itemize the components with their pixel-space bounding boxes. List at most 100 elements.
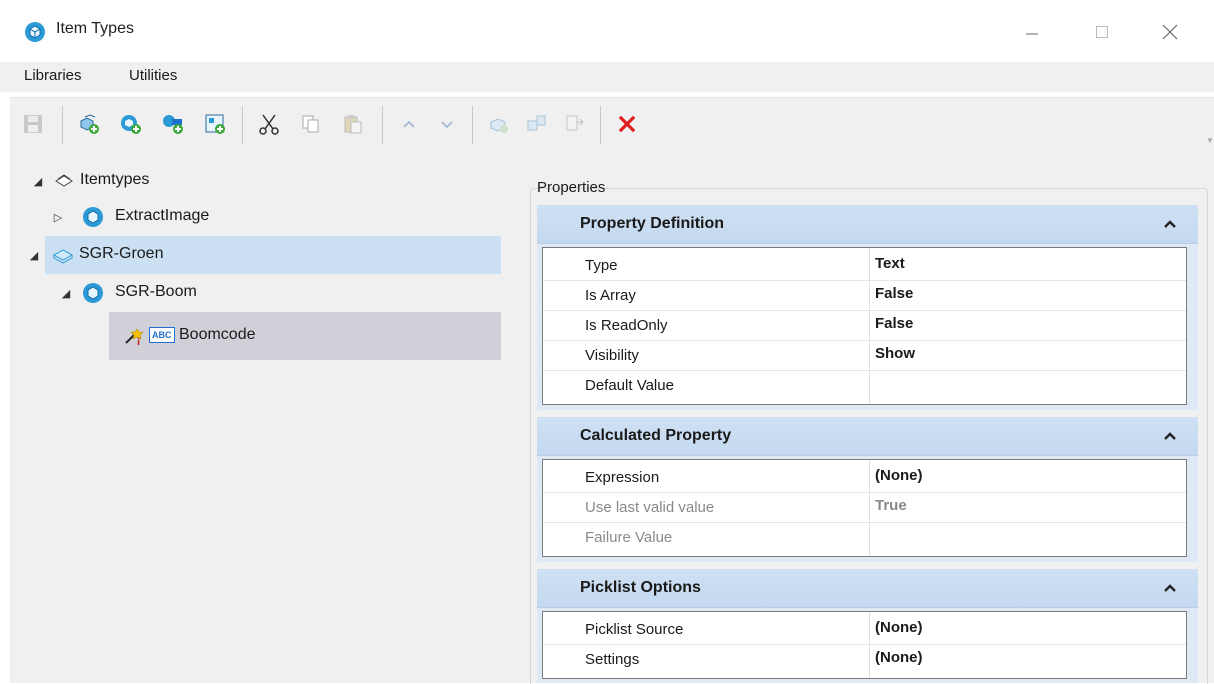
item-types-app-icon xyxy=(25,22,45,42)
property-value[interactable]: (None) xyxy=(875,649,923,666)
property-definition-header[interactable]: Property Definition xyxy=(537,205,1198,244)
property-row-failure-value: Failure Value xyxy=(543,522,1186,552)
move-down-icon xyxy=(441,121,453,129)
section-title: Picklist Options xyxy=(580,579,701,596)
text-type-badge: ABC xyxy=(149,327,175,343)
section-title: Property Definition xyxy=(580,215,725,232)
expanded-arrow-icon[interactable]: ◢ xyxy=(28,249,40,262)
property-name: Visibility xyxy=(585,347,639,364)
tree-label-sgr-groen: SGR-Groen xyxy=(79,245,164,262)
property-value[interactable]: False xyxy=(875,315,913,332)
tree-node-boomcode[interactable]: i ABC Boomcode xyxy=(109,312,501,360)
property-name: Expression xyxy=(585,469,660,486)
property-value[interactable]: Text xyxy=(875,255,905,272)
move-down-button[interactable] xyxy=(434,111,460,137)
save-icon xyxy=(24,115,42,133)
tree-node-sgr-boom[interactable]: ◢ SGR-Boom xyxy=(10,274,510,312)
tree-node-sgr-groen[interactable]: SGR-Groen xyxy=(45,236,501,274)
property-row-is-readonly[interactable]: Is ReadOnly False xyxy=(543,310,1186,341)
property-row-picklist-source[interactable]: Picklist Source (None) xyxy=(543,614,1186,645)
collapse-chevron-icon[interactable] xyxy=(1163,429,1177,443)
property-value[interactable]: Show xyxy=(875,345,915,362)
property-row-use-last-valid-value: Use last valid value True xyxy=(543,492,1186,523)
tree-label-extractimage: ExtractImage xyxy=(115,207,210,224)
add-property-icon xyxy=(163,115,183,134)
library-icon xyxy=(52,249,74,264)
calculated-property-grid: Expression (None) Use last valid value T… xyxy=(542,459,1187,557)
minimize-button[interactable] xyxy=(1012,14,1052,50)
property-name: Is Array xyxy=(585,287,636,304)
expanded-arrow-icon[interactable]: ◢ xyxy=(60,287,72,300)
import-button[interactable] xyxy=(202,111,228,137)
tree-node-extractimage[interactable]: ▷ ExtractImage xyxy=(10,198,510,236)
minimize-icon xyxy=(1026,33,1038,35)
delete-button[interactable] xyxy=(614,111,640,137)
collapsed-arrow-icon[interactable]: ▷ xyxy=(52,211,64,224)
item-type-icon xyxy=(83,207,103,227)
toolbar-overflow-icon[interactable]: ▼ xyxy=(1206,136,1214,145)
add-item-type-icon xyxy=(121,115,141,134)
property-row-settings[interactable]: Settings (None) xyxy=(543,644,1186,674)
close-icon xyxy=(1162,24,1178,40)
toolbar-separator xyxy=(242,106,243,144)
property-name: Failure Value xyxy=(585,529,673,546)
menu-bar: Libraries Utilities xyxy=(0,62,1214,92)
toolbar: ▼ xyxy=(10,97,1214,152)
close-button[interactable] xyxy=(1150,14,1190,50)
property-value[interactable]: False xyxy=(875,285,913,302)
property-name: Is ReadOnly xyxy=(585,317,668,334)
cut-button[interactable] xyxy=(256,111,282,137)
property-value: True xyxy=(875,497,907,514)
property-name: Picklist Source xyxy=(585,621,684,638)
attach-icon xyxy=(490,118,508,133)
picklist-options-grid: Picklist Source (None) Settings (None) xyxy=(542,611,1187,679)
tree-node-itemtypes[interactable]: ◢ Itemtypes xyxy=(10,162,510,200)
property-value[interactable]: (None) xyxy=(875,619,923,636)
edit-button[interactable] xyxy=(562,111,588,137)
property-row-expression[interactable]: Expression (None) xyxy=(543,462,1186,493)
menu-libraries[interactable]: Libraries xyxy=(24,67,82,84)
attach-button[interactable] xyxy=(486,111,512,137)
property-row-visibility[interactable]: Visibility Show xyxy=(543,340,1186,371)
picklist-options-header[interactable]: Picklist Options xyxy=(537,569,1198,608)
property-name: Type xyxy=(585,257,618,274)
title-bar: Item Types xyxy=(0,0,1214,62)
add-property-button[interactable] xyxy=(160,111,186,137)
maximize-button[interactable] xyxy=(1082,14,1122,50)
window-title: Item Types xyxy=(56,20,134,37)
collapse-chevron-icon[interactable] xyxy=(1163,581,1177,595)
property-name: Default Value xyxy=(585,377,674,394)
property-name: Settings xyxy=(585,651,640,668)
toolbar-separator xyxy=(382,106,383,144)
menu-utilities[interactable]: Utilities xyxy=(129,67,177,84)
collapse-chevron-icon[interactable] xyxy=(1163,217,1177,231)
detach-button[interactable] xyxy=(524,111,550,137)
toolbar-separator xyxy=(600,106,601,144)
add-item-type-button[interactable] xyxy=(118,111,144,137)
properties-label: Properties xyxy=(537,179,606,196)
section-title: Calculated Property xyxy=(580,427,732,444)
move-up-button[interactable] xyxy=(396,111,422,137)
toolbar-separator xyxy=(62,106,63,144)
property-definition-grid: Type Text Is Array False Is ReadOnly Fal… xyxy=(542,247,1187,405)
add-library-icon xyxy=(80,114,99,134)
property-value[interactable]: (None) xyxy=(875,467,923,484)
tree-label-itemtypes: Itemtypes xyxy=(80,171,150,188)
maximize-icon xyxy=(1096,26,1108,38)
add-library-button[interactable] xyxy=(76,111,102,137)
paste-button[interactable] xyxy=(340,111,366,137)
calculated-property-header[interactable]: Calculated Property xyxy=(537,417,1198,456)
property-row-is-array[interactable]: Is Array False xyxy=(543,280,1186,311)
cut-icon xyxy=(259,114,279,135)
item-types-root-icon xyxy=(55,174,73,187)
copy-button[interactable] xyxy=(298,111,324,137)
property-row-type[interactable]: Type Text xyxy=(543,250,1186,281)
copy-icon xyxy=(302,115,319,133)
detach-icon xyxy=(527,115,546,131)
save-button[interactable] xyxy=(20,111,46,137)
property-name: Use last valid value xyxy=(585,499,715,516)
paste-icon xyxy=(344,115,362,134)
expanded-arrow-icon[interactable]: ◢ xyxy=(32,175,44,188)
item-type-icon xyxy=(83,283,103,303)
property-row-default-value[interactable]: Default Value xyxy=(543,370,1186,400)
